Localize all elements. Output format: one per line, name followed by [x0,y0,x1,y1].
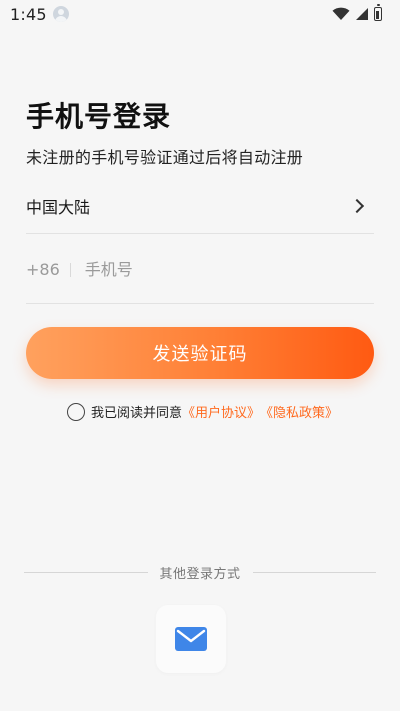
agreement-checkbox[interactable] [67,402,85,421]
other-login-divider: 其他登录方式 [24,563,377,582]
avatar-notification-icon [52,6,69,22]
region-label: 中国大陆 [26,197,91,217]
agreement-row: 我已阅读并同意 《用户协议》 《隐私政策》 [67,402,338,421]
divider-line-right [252,572,377,573]
page-title: 手机号登录 [26,100,172,133]
email-login-button[interactable] [156,605,226,673]
send-code-button[interactable]: 发送验证码 [26,327,374,379]
status-left: 1:45 [10,5,69,24]
phone-field-row: +86 [26,236,374,304]
wifi-icon [332,7,350,21]
status-right [332,4,382,21]
region-selector[interactable]: 中国大陆 [26,178,374,234]
page-subtitle: 未注册的手机号验证通过后将自动注册 [26,148,304,167]
user-agreement-link[interactable]: 《用户协议》 [182,402,260,421]
battery-icon [374,4,382,21]
phone-input[interactable] [84,260,335,279]
status-bar: 1:45 [0,0,400,28]
email-icon [175,627,207,651]
input-divider [69,262,71,277]
divider-line-left [24,572,148,573]
signal-icon [356,8,368,20]
status-time: 1:45 [10,4,47,24]
other-login-label: 其他登录方式 [159,567,241,582]
privacy-policy-link[interactable]: 《隐私政策》 [260,402,338,421]
chevron-right-icon [349,198,365,213]
country-code: +86 [26,260,60,279]
agreement-prefix: 我已阅读并同意 [91,406,183,421]
